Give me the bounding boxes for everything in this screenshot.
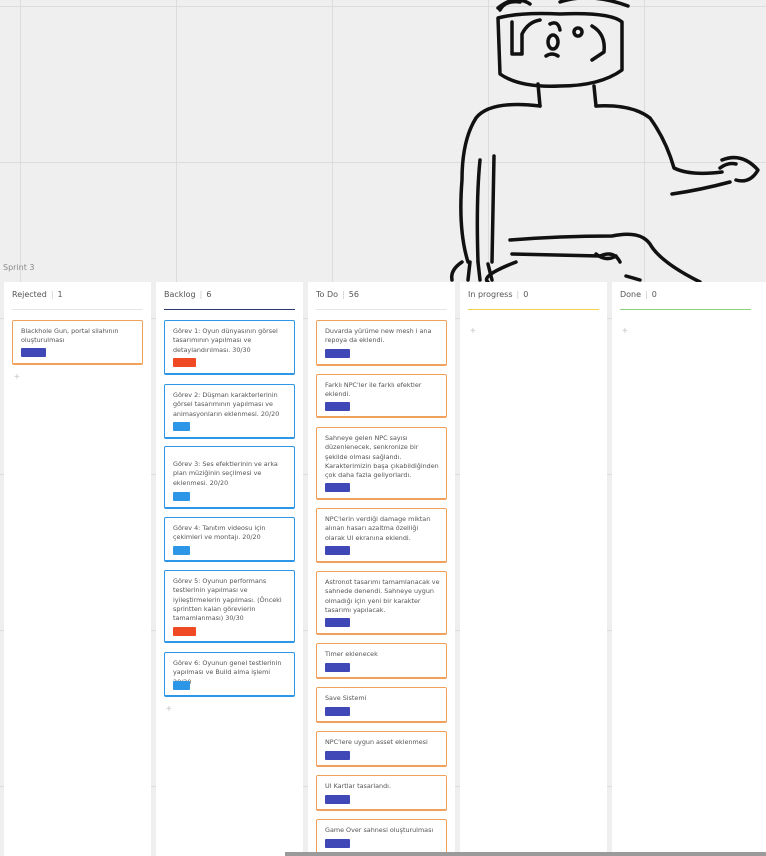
card-tag[interactable] bbox=[173, 546, 190, 555]
column-header: Done | 0 bbox=[620, 290, 657, 299]
card-text: NPC'lerin verdiği damage miktarı alınan … bbox=[325, 515, 431, 542]
card-tag[interactable] bbox=[325, 707, 350, 716]
task-card[interactable]: Save Sistemi bbox=[316, 687, 447, 723]
add-card-icon[interactable]: + bbox=[166, 704, 172, 715]
column-underline bbox=[164, 309, 295, 310]
task-card[interactable]: Timer eklenecek bbox=[316, 643, 447, 679]
task-card[interactable]: Görev 2: Düşman karakterlerinin görsel t… bbox=[164, 384, 295, 439]
task-card[interactable]: Astronot tasarımı tamamlanacak ve sahned… bbox=[316, 571, 447, 635]
card-tag[interactable] bbox=[173, 627, 196, 636]
column-title: To Do bbox=[316, 290, 339, 299]
card-tag[interactable] bbox=[325, 618, 350, 627]
column-to-do: To Do | 56 Duvarda yürüme new mesh i ana r… bbox=[308, 282, 455, 856]
column-underline bbox=[620, 309, 751, 310]
column-header: Backlog | 6 bbox=[164, 290, 212, 299]
card-tag[interactable] bbox=[173, 492, 190, 501]
card-tag[interactable] bbox=[325, 349, 350, 358]
card-tag[interactable] bbox=[325, 402, 350, 411]
card-text: Sahneye gelen NPC sayısı düzenlenecek, s… bbox=[325, 434, 439, 480]
card-tag[interactable] bbox=[21, 348, 46, 357]
card-text: Blackhole Gun, portal silahının oluşturu… bbox=[21, 327, 119, 345]
column-in-progress: In progress | 0 + bbox=[460, 282, 607, 856]
card-tag[interactable] bbox=[325, 839, 350, 848]
card-tag[interactable] bbox=[325, 483, 350, 492]
card-tag[interactable] bbox=[325, 795, 350, 804]
column-count: 0 bbox=[523, 290, 529, 299]
column-underline bbox=[12, 309, 143, 310]
kanban-board: Rejected | 1 Blackhole Gun, portal silahın… bbox=[0, 282, 766, 856]
card-text: Timer eklenecek bbox=[325, 650, 378, 658]
card-tag[interactable] bbox=[173, 422, 190, 431]
card-text: Duvarda yürüme new mesh i ana repoya da … bbox=[325, 327, 432, 345]
column-header: Rejected | 1 bbox=[12, 290, 63, 299]
card-tag[interactable] bbox=[325, 546, 350, 555]
column-title: Backlog bbox=[164, 290, 196, 299]
card-text: NPC'lere uygun asset eklenmesi bbox=[325, 738, 428, 746]
card-text: Astronot tasarımı tamamlanacak ve sahned… bbox=[325, 578, 440, 614]
card-text: Görev 5: Oyunun performans testlerinin y… bbox=[173, 577, 282, 623]
task-card[interactable]: Sahneye gelen NPC sayısı düzenlenecek, s… bbox=[316, 427, 447, 500]
column-underline bbox=[468, 309, 599, 310]
column-underline bbox=[316, 309, 447, 310]
card-text: Game Over sahnesi oluşturulması bbox=[325, 826, 434, 834]
sprint-label: Sprint 3 bbox=[3, 263, 35, 272]
column-title: Rejected bbox=[12, 290, 47, 299]
task-card[interactable]: Görev 1: Oyun dünyasının görsel tasarımı… bbox=[164, 320, 295, 375]
card-text: Görev 4: Tanıtım videosu için çekimleri … bbox=[173, 524, 266, 542]
hand-drawn-sketch bbox=[449, 0, 760, 284]
task-card[interactable]: Game Over sahnesi oluşturulması bbox=[316, 819, 447, 855]
task-card[interactable]: UI Kartlar tasarlandı. bbox=[316, 775, 447, 811]
column-title: Done bbox=[620, 290, 642, 299]
card-text: Görev 3: Ses efektlerinin ve arka plan m… bbox=[173, 460, 278, 487]
column-count: 56 bbox=[348, 290, 359, 299]
task-card[interactable]: Görev 4: Tanıtım videosu için çekimleri … bbox=[164, 517, 295, 562]
column-done: Done | 0 + bbox=[612, 282, 766, 856]
task-card[interactable]: Görev 5: Oyunun performans testlerinin y… bbox=[164, 570, 295, 643]
card-text: Farklı NPC'ler ile farklı efektler eklen… bbox=[325, 381, 422, 399]
card-text: Görev 1: Oyun dünyasının görsel tasarımı… bbox=[173, 327, 278, 354]
task-card[interactable]: NPC'lere uygun asset eklenmesi bbox=[316, 731, 447, 767]
add-card-icon[interactable]: + bbox=[622, 326, 628, 337]
column-backlog: Backlog | 6 Görev 1: Oyun dünyasının görse… bbox=[156, 282, 303, 856]
task-card[interactable]: Blackhole Gun, portal silahının oluşturu… bbox=[12, 320, 143, 365]
card-tag[interactable] bbox=[173, 681, 190, 690]
column-header: In progress | 0 bbox=[468, 290, 529, 299]
add-card-icon[interactable]: + bbox=[14, 372, 20, 383]
task-card[interactable]: Duvarda yürüme new mesh i ana repoya da … bbox=[316, 320, 447, 366]
column-title: In progress bbox=[468, 290, 513, 299]
card-text: Görev 2: Düşman karakterlerinin görsel t… bbox=[173, 391, 280, 418]
card-tag[interactable] bbox=[325, 751, 350, 760]
horizontal-scrollbar[interactable] bbox=[285, 852, 766, 856]
card-text: Görev 6: Oyunun genel testlerinin yapılm… bbox=[173, 659, 282, 686]
column-count: 0 bbox=[651, 290, 657, 299]
card-text: Save Sistemi bbox=[325, 694, 367, 702]
column-count: 1 bbox=[57, 290, 63, 299]
card-tag[interactable] bbox=[173, 358, 196, 367]
add-card-icon[interactable]: + bbox=[470, 326, 476, 337]
card-tag[interactable] bbox=[325, 663, 350, 672]
task-card[interactable]: Farklı NPC'ler ile farklı efektler eklen… bbox=[316, 374, 447, 418]
card-text: UI Kartlar tasarlandı. bbox=[325, 782, 391, 790]
column-rejected: Rejected | 1 Blackhole Gun, portal silahın… bbox=[4, 282, 151, 856]
task-card[interactable]: NPC'lerin verdiği damage miktarı alınan … bbox=[316, 508, 447, 563]
column-count: 6 bbox=[206, 290, 212, 299]
column-header: To Do | 56 bbox=[316, 290, 359, 299]
task-card[interactable]: Görev 3: Ses efektlerinin ve arka plan m… bbox=[164, 446, 295, 509]
task-card[interactable]: Görev 6: Oyunun genel testlerinin yapılm… bbox=[164, 652, 295, 697]
